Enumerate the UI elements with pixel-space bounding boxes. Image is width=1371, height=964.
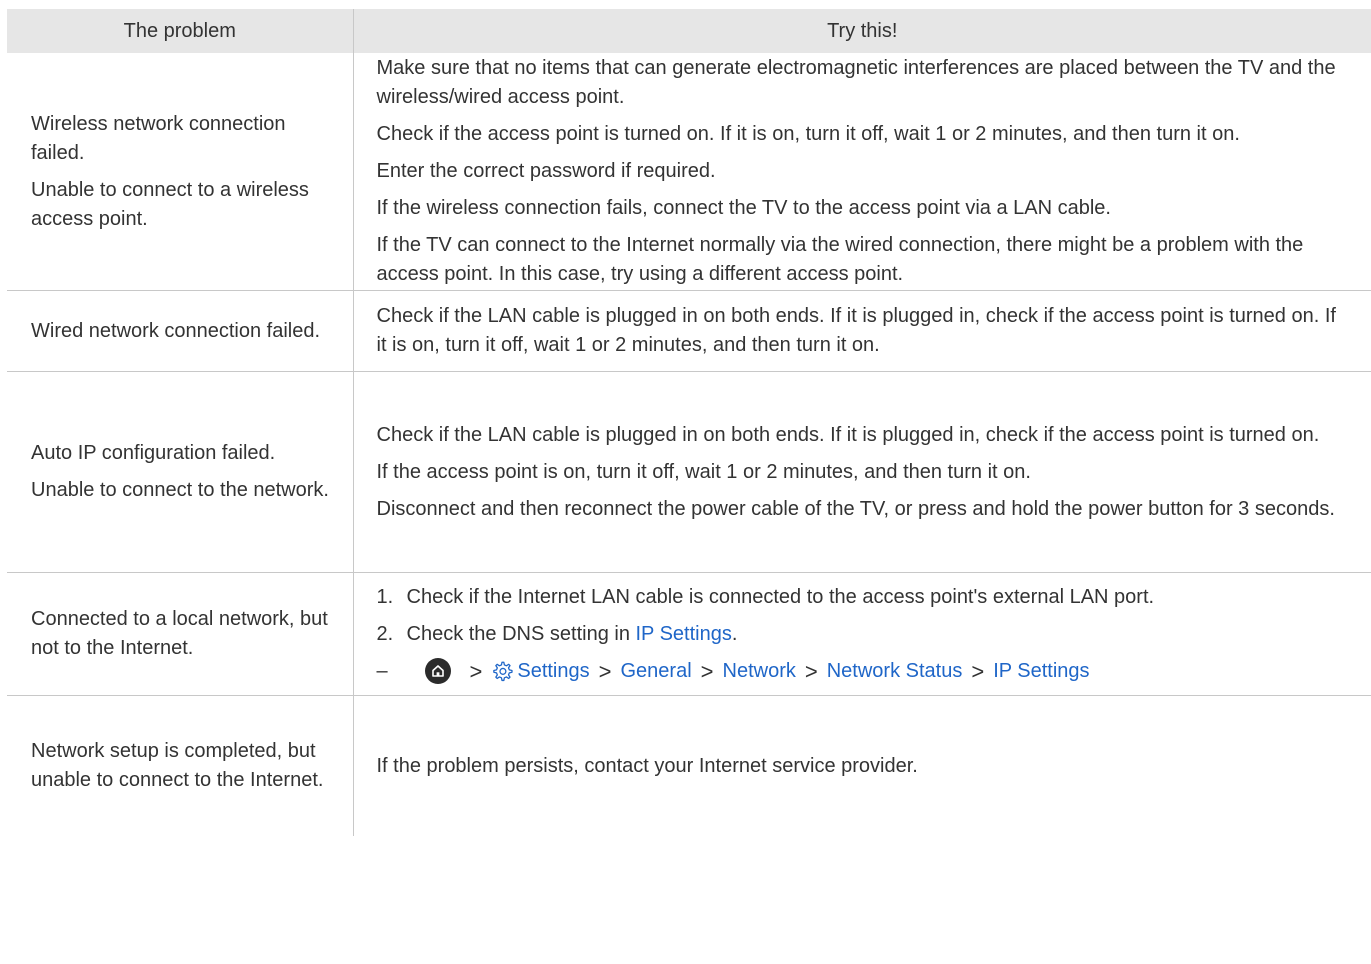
problem-text: Wired network connection failed.	[31, 319, 321, 342]
problem-text: Wireless network connection failed.	[31, 112, 286, 164]
solution-cell: Make sure that no items that can generat…	[353, 53, 1371, 291]
table-row: Auto IP configuration failed. Unable to …	[7, 371, 1371, 573]
path-settings[interactable]: Settings	[517, 657, 589, 686]
solution-cell: Check if the LAN cable is plugged in on …	[353, 371, 1371, 573]
troubleshooting-page: The problem Try this! Wireless network c…	[0, 0, 1371, 964]
chevron-right-icon: >	[804, 658, 818, 684]
solution-cell: Check if the LAN cable is plugged in on …	[353, 290, 1371, 372]
solution-text: If the TV can connect to the Internet no…	[376, 234, 1304, 285]
solution-text: Make sure that no items that can generat…	[376, 57, 1336, 108]
problem-cell: Connected to a local network, but not to…	[7, 572, 354, 696]
step-suffix: .	[731, 622, 738, 645]
solution-text: Check if the LAN cable is plugged in on …	[376, 305, 1336, 356]
problem-text: Auto IP configuration failed.	[31, 442, 276, 464]
solution-text: Disconnect and then reconnect the power …	[376, 497, 1335, 520]
problem-text: Connected to a local network, but not to…	[31, 608, 328, 659]
step-text: Check if the Internet LAN cable is conne…	[406, 585, 1155, 608]
problem-cell: Wired network connection failed.	[7, 290, 354, 372]
gear-icon	[491, 660, 513, 682]
step-number: 1.	[376, 585, 394, 608]
solution-text: Check if the LAN cable is plugged in on …	[376, 423, 1320, 446]
path-dash: –	[376, 659, 388, 682]
solution-text: Enter the correct password if required.	[376, 160, 716, 182]
solution-text: If the problem persists, contact your In…	[376, 754, 918, 777]
chevron-right-icon: >	[971, 658, 985, 684]
troubleshooting-table: The problem Try this! Wireless network c…	[7, 9, 1371, 836]
path-network-status[interactable]: Network Status	[827, 657, 963, 686]
solution-text: If the wireless connection fails, connec…	[376, 197, 1111, 219]
problem-text: Network setup is completed, but unable t…	[31, 740, 324, 791]
header-problem: The problem	[7, 9, 354, 53]
menu-path: – > Settings > General > Network > Netwo…	[377, 657, 1352, 686]
problem-text: Unable to connect to the network.	[31, 479, 329, 501]
problem-text: Unable to connect to a wireless access p…	[31, 178, 309, 230]
path-network[interactable]: Network	[723, 657, 796, 686]
path-general[interactable]: General	[620, 657, 691, 686]
step-text-wrap: Check the DNS setting in IP Settings.	[407, 620, 738, 649]
home-icon	[424, 658, 451, 684]
problem-cell: Wireless network connection failed. Unab…	[7, 53, 354, 291]
solution-cell: 1. Check if the Internet LAN cable is co…	[353, 572, 1371, 696]
solution-text: Check if the access point is turned on. …	[376, 123, 1240, 145]
table-header-row: The problem Try this!	[7, 9, 1371, 53]
chevron-right-icon: >	[469, 658, 483, 684]
table-row: Connected to a local network, but not to…	[7, 572, 1371, 696]
table-row: Network setup is completed, but unable t…	[7, 695, 1371, 837]
path-ip-settings[interactable]: IP Settings	[993, 657, 1089, 686]
solution-cell: If the problem persists, contact your In…	[353, 696, 1371, 837]
table-row: Wired network connection failed. Check i…	[7, 290, 1371, 372]
header-solution: Try this!	[353, 9, 1371, 53]
solution-step: 1. Check if the Internet LAN cable is co…	[377, 583, 1352, 612]
chevron-right-icon: >	[700, 658, 714, 684]
table-row: Wireless network connection failed. Unab…	[7, 53, 1371, 291]
ip-settings-link[interactable]: IP Settings	[636, 623, 732, 645]
solution-step: 2. Check the DNS setting in IP Settings.	[377, 620, 1352, 649]
problem-cell: Network setup is completed, but unable t…	[7, 695, 354, 836]
step-number: 2.	[376, 622, 394, 645]
step-text: Check the DNS setting in	[406, 622, 636, 645]
problem-cell: Auto IP configuration failed. Unable to …	[7, 371, 354, 573]
solution-text: If the access point is on, turn it off, …	[376, 460, 1031, 483]
chevron-right-icon: >	[598, 658, 612, 684]
